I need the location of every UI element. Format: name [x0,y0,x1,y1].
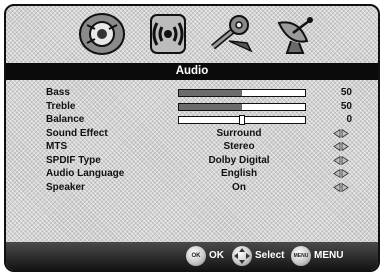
tab-setup[interactable] [204,10,260,58]
setting-label: SPDIF Type [46,154,101,166]
setting-row-spdif-type[interactable]: SPDIF Type Dolby Digital [6,154,378,168]
setting-value: Surround [216,127,262,139]
picture-icon [79,13,125,55]
tab-picture[interactable] [74,10,130,58]
slider-fill [179,90,242,96]
setting-row-mts[interactable]: MTS Stereo [6,140,378,154]
left-right-arrows-icon[interactable] [333,169,349,178]
setting-label: Balance [46,114,85,125]
left-right-arrows-icon[interactable] [333,182,349,192]
tab-channel[interactable] [268,10,324,58]
left-right-arrows-icon[interactable] [333,155,349,165]
menu-title: Audio [6,63,378,80]
menu-hint-label: MENU [314,250,344,261]
ok-button-icon[interactable]: OK [186,246,206,266]
setting-value: 0 [346,114,352,125]
setting-value: Dolby Digital [208,154,270,166]
setting-row-sound-effect[interactable]: Sound Effect Surround [6,127,378,141]
tools-icon [211,15,253,53]
setting-row-bass[interactable]: Bass 50 [6,86,378,100]
setting-value: Stereo [223,141,255,152]
level-slider[interactable] [178,89,306,97]
satellite-dish-icon [277,17,313,54]
setting-label: Bass [46,87,70,98]
setting-row-audio-language[interactable]: Audio Language English [6,167,378,181]
tv-osd-screen: Audio Bass 50 Treble 50 Balance 0 Sound Effect… [4,4,380,272]
ok-hint-label: OK [209,250,224,261]
setting-row-treble[interactable]: Treble 50 [6,100,378,114]
setting-value: 50 [340,100,352,112]
level-slider[interactable] [178,102,306,111]
level-slider[interactable] [178,115,306,125]
setting-label: Treble [46,100,76,112]
left-right-arrows-icon[interactable] [333,128,349,138]
setting-label: Sound Effect [46,127,108,139]
footer-hint-bar: OK OK Select MENU MENU [6,242,378,270]
dpad-select-icon[interactable] [232,246,252,266]
left-right-arrows-icon[interactable] [333,142,349,151]
setting-row-speaker[interactable]: Speaker On [6,181,378,195]
balance-knob[interactable] [239,115,245,125]
setting-label: MTS [46,141,68,152]
select-hint-label: Select [255,250,285,261]
slider-fill [179,103,242,110]
setting-value: 50 [340,87,352,98]
audio-settings-list: Bass 50 Treble 50 Balance 0 Sound Effect Surrou… [6,86,378,194]
setting-label: Audio Language [46,168,125,179]
menu-button-icon[interactable]: MENU [291,246,311,266]
setting-label: Speaker [46,181,85,193]
tab-audio[interactable] [140,10,196,58]
speaker-signal-icon [150,14,186,54]
menu-tab-bar [6,6,378,62]
setting-row-balance[interactable]: Balance 0 [6,113,378,127]
setting-value: English [220,168,258,179]
setting-value: On [232,181,246,193]
